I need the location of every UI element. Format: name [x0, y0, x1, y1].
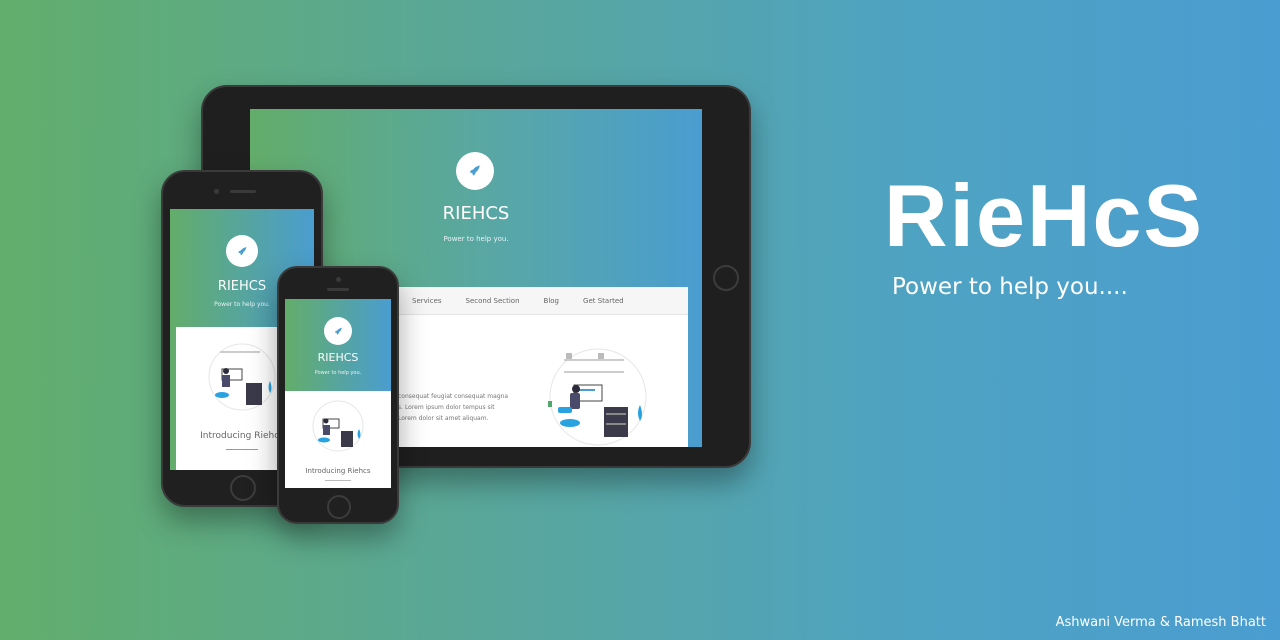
phone-small-intro-heading: Introducing Riehcs [305, 467, 371, 475]
body-line: consequat feugiat consequat magna [398, 393, 509, 400]
phone-small-screen: RIEHCS Power to help you. Introducing Ri… [285, 299, 391, 488]
phone-large-logo [226, 235, 258, 267]
brand-title: RieHcS [884, 166, 1205, 265]
nav-services[interactable]: Services [412, 297, 442, 305]
tablet-content-panel: Services Second Section Blog Get Started… [398, 287, 688, 447]
phone-small-site-title: RIEHCS [317, 351, 359, 364]
phone-large-camera [214, 189, 219, 194]
tablet-body-text: consequat feugiat consequat magna s. Lor… [398, 391, 528, 424]
nav-second-section[interactable]: Second Section [466, 297, 520, 305]
workspace-illustration [312, 400, 364, 452]
rocket-icon [334, 326, 342, 335]
phone-small-home-button [327, 495, 351, 519]
phone-large-home-button [230, 475, 256, 501]
phone-small-content-panel: Introducing Riehcs [285, 391, 391, 488]
phone-small-speaker [327, 288, 349, 291]
credits: Ashwani Verma & Ramesh Bhatt [1055, 615, 1266, 630]
phone-small-camera [336, 277, 341, 282]
rocket-icon [469, 165, 481, 176]
divider [325, 480, 351, 481]
phone-small-site-tagline: Power to help you. [314, 370, 362, 376]
tablet-nav: Services Second Section Blog Get Started [398, 287, 688, 315]
phone-large-speaker [230, 190, 256, 193]
workspace-illustration [548, 348, 647, 446]
divider [226, 449, 258, 450]
brand-tagline: Power to help you.... [892, 274, 1128, 300]
body-line: Lorem dolor sit amet aliquam. [398, 415, 489, 422]
body-line: s. Lorem ipsum dolor tempus sit [398, 404, 495, 411]
rocket-icon [237, 246, 247, 255]
nav-get-started[interactable]: Get Started [583, 297, 624, 305]
phone-small-logo [324, 317, 352, 345]
workspace-illustration [208, 343, 276, 411]
phone-small-device: RIEHCS Power to help you. Introducing Ri… [277, 266, 399, 524]
tablet-home-button [713, 265, 739, 291]
tablet-logo [456, 152, 494, 190]
nav-blog[interactable]: Blog [544, 297, 559, 305]
